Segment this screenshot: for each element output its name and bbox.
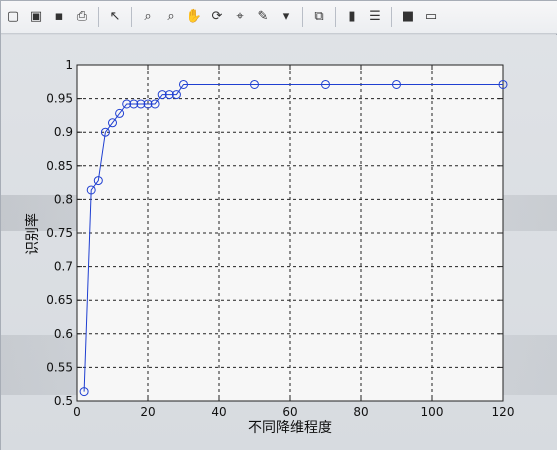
figure-area xyxy=(1,35,557,450)
toolbar-separator xyxy=(335,7,336,27)
data-cursor-icon[interactable]: ⌖ xyxy=(230,7,250,27)
figure-window: ▢ ▣ ▪ ⎙ ↖ ⌕ ⌕ ✋ ⟳ ⌖ ✎ ▾ ⧉ ▮ ☰ ■ ▭ 0 20 40 60 80 100 120 0.5 0.55… xyxy=(0,0,557,450)
pointer-icon[interactable]: ↖ xyxy=(105,7,125,27)
toolbar-separator xyxy=(391,7,392,27)
print-icon[interactable]: ⎙ xyxy=(72,7,92,27)
zoom-out-icon[interactable]: ⌕ xyxy=(161,7,181,27)
brush-dropdown-icon[interactable]: ▾ xyxy=(276,7,296,27)
link-plot-icon[interactable]: ⧉ xyxy=(309,7,329,27)
background-strip-lower xyxy=(1,335,557,395)
brush-icon[interactable]: ✎ xyxy=(253,7,273,27)
save-icon[interactable]: ▪ xyxy=(49,7,69,27)
show-plot-tools-icon[interactable]: ▭ xyxy=(421,7,441,27)
toolbar-separator xyxy=(302,7,303,27)
figure-toolbar: ▢ ▣ ▪ ⎙ ↖ ⌕ ⌕ ✋ ⟳ ⌖ ✎ ▾ ⧉ ▮ ☰ ■ ▭ xyxy=(1,1,557,34)
new-figure-icon[interactable]: ▢ xyxy=(3,7,23,27)
zoom-in-icon[interactable]: ⌕ xyxy=(138,7,158,27)
toolbar-separator xyxy=(131,7,132,27)
toolbar-separator xyxy=(98,7,99,27)
legend-icon[interactable]: ☰ xyxy=(365,7,385,27)
rotate-3d-icon[interactable]: ⟳ xyxy=(207,7,227,27)
hide-plot-tools-icon[interactable]: ■ xyxy=(398,7,418,27)
colorbar-icon[interactable]: ▮ xyxy=(342,7,362,27)
background-strip xyxy=(1,195,557,231)
pan-hand-icon[interactable]: ✋ xyxy=(184,7,204,27)
open-file-icon[interactable]: ▣ xyxy=(26,7,46,27)
